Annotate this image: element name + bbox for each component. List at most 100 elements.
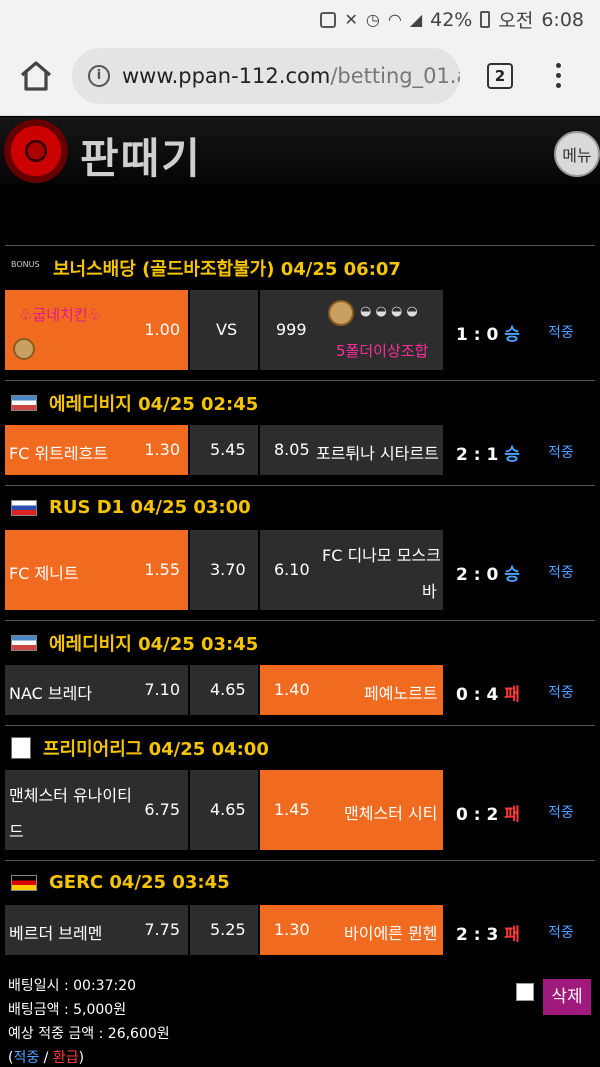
- alarm-icon: ◷: [365, 10, 380, 29]
- away-odds-cell[interactable]: 6.10 FC 디나모 모스크 바: [260, 530, 443, 610]
- bet-amount: 배팅금액 : 5,000원: [8, 1002, 127, 1018]
- result-legend: (적중 / 환급): [8, 1050, 85, 1066]
- url-text: www.ppan-112.com/betting_01.as: [122, 64, 460, 88]
- away-odds-cell[interactable]: 8.05 포르튀나 시타르트: [260, 425, 443, 475]
- hit-status: 적중: [548, 805, 574, 821]
- away-odds-cell[interactable]: 1.30 바이에른 뮌헨: [260, 905, 443, 955]
- league-title: 보너스배당 (골드바조합불가) 04/25 06:07: [53, 258, 401, 280]
- home-odds-cell[interactable]: FC 위트레흐트 1.30: [5, 425, 188, 475]
- league-title: 프리미어리그 04/25 04:00: [43, 738, 269, 760]
- score: 2 : 1 승: [456, 440, 520, 465]
- home-odds-cell[interactable]: NAC 브레다 7.10: [5, 665, 188, 715]
- match-row: FC 위트레흐트 1.30 5.45 8.05 포르튀나 시타르트 2 : 1 …: [0, 425, 600, 475]
- hit-status: 적중: [548, 685, 574, 701]
- hit-status: 적중: [548, 325, 574, 341]
- match-row: ♧굽네치킨♧ 1.00 VS ◒ ◒ ◒ ◒ 999 5폴더이상조합 1 : 0…: [0, 290, 600, 370]
- away-odds: 1.40: [274, 680, 310, 699]
- home-team: ♧굽네치킨♧: [19, 306, 102, 324]
- home-team: FC 위트레흐트: [9, 444, 109, 463]
- egg-icons: ◒ ◒ ◒ ◒: [360, 304, 418, 319]
- home-odds-cell[interactable]: 맨체스터 유나이티 드 6.75: [5, 770, 188, 850]
- home-team: NAC 브레다: [9, 684, 93, 703]
- score: 1 : 0 승: [456, 320, 520, 345]
- signal-icon: ◢: [409, 10, 423, 29]
- away-team: 포르튀나 시타르트: [316, 444, 439, 463]
- home-odds: 1.55: [144, 560, 180, 579]
- draw-cell: VS: [190, 290, 258, 370]
- premier-league-icon: [11, 736, 31, 759]
- draw-odds: 4.65: [210, 680, 246, 699]
- score-value: 0 : 2: [456, 805, 499, 825]
- draw-odds: VS: [216, 320, 238, 339]
- home-odds-cell[interactable]: ♧굽네치킨♧ 1.00: [5, 290, 188, 370]
- site-logo-text[interactable]: 판때기: [80, 125, 202, 186]
- browser-toolbar: i www.ppan-112.com/betting_01.as 2: [0, 36, 600, 116]
- netherlands-league-icon: [11, 394, 37, 411]
- url-host: www.ppan-112.com: [122, 64, 331, 88]
- away-odds: 6.10: [274, 560, 310, 579]
- bonus-icon: BONUS: [11, 259, 40, 269]
- wifi-icon: ◠: [387, 10, 402, 29]
- bet-date: 배팅일시 : 00:37:20: [8, 978, 137, 994]
- hit-status: 적중: [548, 925, 574, 941]
- away-team: 페예노르트: [364, 684, 438, 703]
- league-header: RUS D1 04/25 03:00: [5, 485, 595, 529]
- home-team-line2: 드: [9, 822, 24, 841]
- home-odds: 1.00: [144, 320, 180, 339]
- netherlands-league-icon: [11, 634, 37, 651]
- home-odds: 7.75: [144, 920, 180, 939]
- match-row: 맨체스터 유나이티 드 6.75 4.65 1.45 맨체스터 시티 0 : 2…: [0, 770, 600, 850]
- russia-flag-icon: [11, 499, 37, 516]
- away-odds-cell[interactable]: 1.40 페예노르트: [260, 665, 443, 715]
- result-badge: 패: [504, 805, 520, 825]
- home-team: FC 제니트: [9, 564, 79, 583]
- away-team-line1: FC 디나모 모스크: [322, 546, 441, 565]
- away-team: 맨체스터 시티: [344, 804, 438, 823]
- delete-checkbox[interactable]: [516, 983, 534, 1001]
- germany-flag-icon: [11, 874, 37, 891]
- draw-cell[interactable]: 4.65: [190, 770, 258, 850]
- league-header: BONUS 보너스배당 (골드바조합불가) 04/25 06:07: [5, 245, 595, 289]
- result-badge: 승: [504, 565, 520, 585]
- home-odds-cell[interactable]: 베르더 브레멘 7.75: [5, 905, 188, 955]
- draw-odds: 5.45: [210, 440, 246, 459]
- battery-icon: [480, 11, 491, 28]
- score: 2 : 0 승: [456, 560, 520, 585]
- chicken-icon: [13, 338, 35, 360]
- delete-button[interactable]: 삭제: [543, 979, 591, 1015]
- home-odds-cell[interactable]: FC 제니트 1.55: [5, 530, 188, 610]
- home-team-line1: 맨체스터 유나이티: [9, 786, 132, 805]
- notification-icon: [320, 11, 337, 28]
- league-title: RUS D1 04/25 03:00: [49, 497, 251, 518]
- result-badge: 승: [504, 445, 520, 465]
- hit-legend: 적중: [13, 1050, 40, 1066]
- draw-cell[interactable]: 5.45: [190, 425, 258, 475]
- away-odds: 8.05: [274, 440, 310, 459]
- address-bar[interactable]: i www.ppan-112.com/betting_01.as: [72, 48, 460, 104]
- score-value: 2 : 0: [456, 565, 499, 585]
- result-badge: 패: [504, 925, 520, 945]
- draw-cell[interactable]: 5.25: [190, 905, 258, 955]
- draw-cell[interactable]: 4.65: [190, 665, 258, 715]
- info-icon[interactable]: i: [88, 65, 110, 87]
- expected-payout: 예상 적중 금액 : 26,600원: [8, 1026, 170, 1042]
- status-bar: ✕ ◷ ◠ ◢ 42% 오전 6:08: [0, 0, 600, 36]
- home-odds: 7.10: [144, 680, 180, 699]
- url-path: /betting_01.as: [330, 64, 460, 88]
- site-header: 판때기 메뉴: [0, 117, 600, 185]
- tab-switcher-button[interactable]: 2: [487, 63, 513, 89]
- league-header: 프리미어리그 04/25 04:00: [5, 725, 595, 769]
- draw-odds: 4.65: [210, 800, 246, 819]
- logo-seal-icon[interactable]: [4, 119, 68, 183]
- refund-legend: 환급: [52, 1050, 79, 1066]
- draw-odds: 3.70: [210, 560, 246, 579]
- away-odds-cell[interactable]: ◒ ◒ ◒ ◒ 999 5폴더이상조합: [260, 290, 443, 370]
- match-row: NAC 브레다 7.10 4.65 1.40 페예노르트 0 : 4 패 적중: [0, 665, 600, 715]
- hit-status: 적중: [548, 565, 574, 581]
- more-menu-icon[interactable]: [550, 60, 566, 94]
- draw-cell[interactable]: 3.70: [190, 530, 258, 610]
- home-icon[interactable]: [18, 58, 54, 94]
- score: 2 : 3 패: [456, 920, 520, 945]
- away-odds-cell[interactable]: 1.45 맨체스터 시티: [260, 770, 443, 850]
- menu-button[interactable]: 메뉴: [554, 131, 600, 177]
